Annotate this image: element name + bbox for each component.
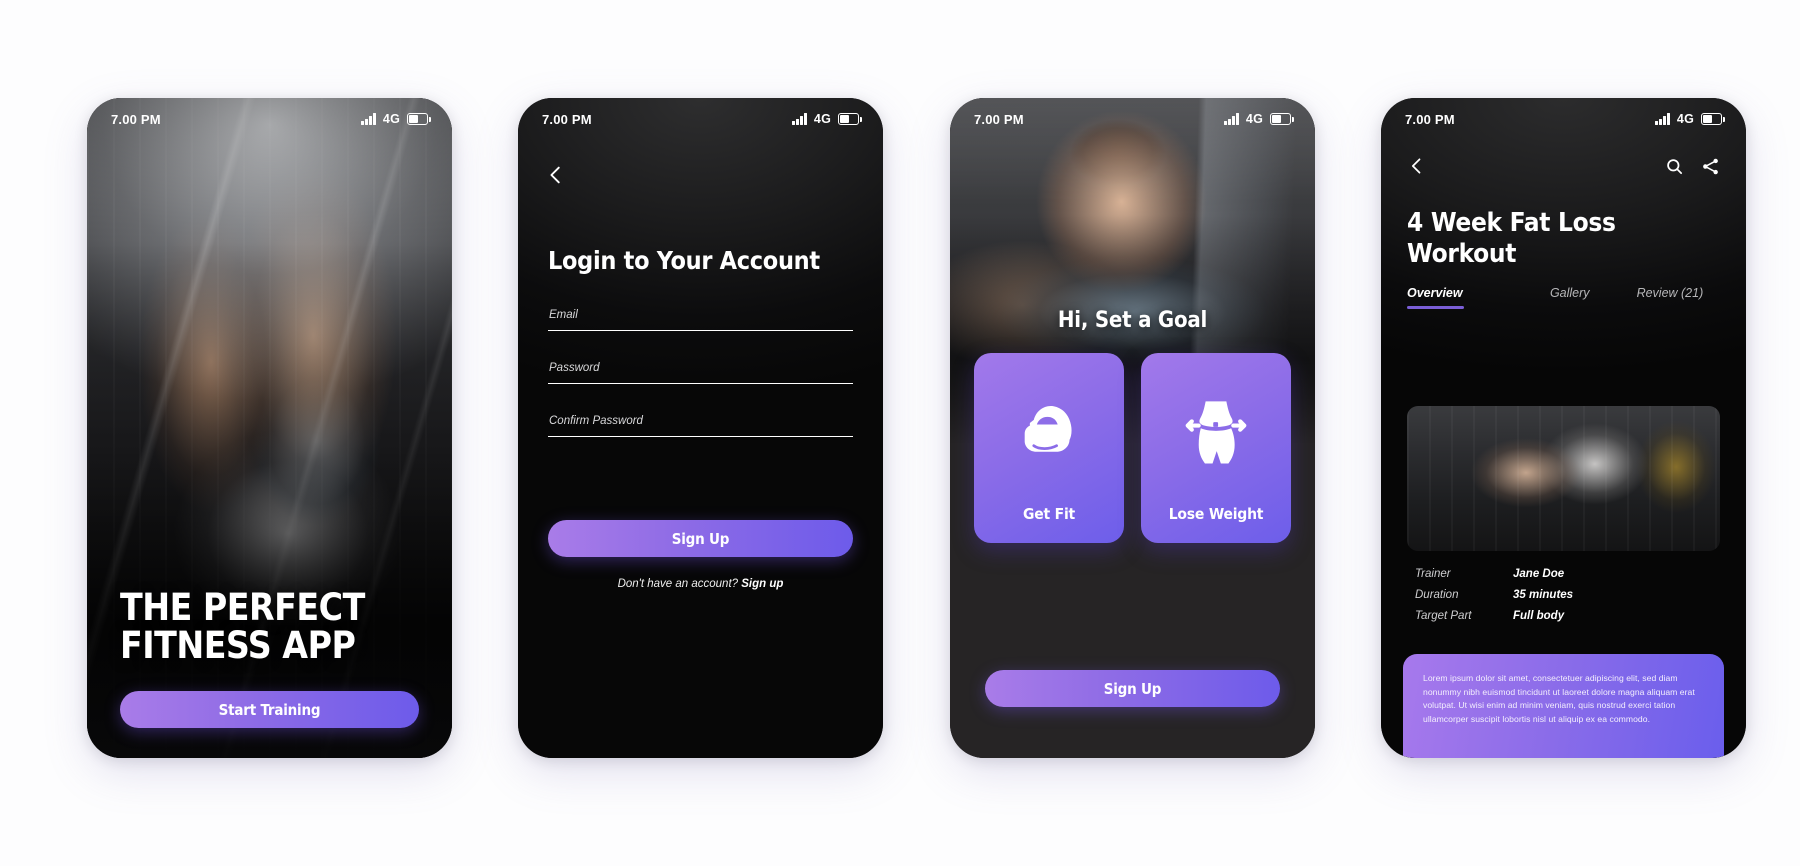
gym-lunge-photo	[1407, 406, 1720, 551]
header-actions	[1665, 157, 1720, 176]
info-key: Target Part	[1415, 610, 1472, 622]
status-time: 7.00 PM	[1405, 111, 1455, 127]
signal-icon	[792, 113, 807, 125]
tab-review[interactable]: Review (21)	[1620, 286, 1720, 309]
status-indicators: 4G	[1224, 112, 1294, 126]
info-value: 35 minutes	[1513, 589, 1574, 601]
confirm-password-field[interactable]	[548, 415, 853, 437]
battery-icon	[407, 113, 431, 125]
greeting-title: Hi, Set a Goal	[1057, 308, 1208, 333]
status-indicators: 4G	[1655, 112, 1725, 126]
signal-icon	[361, 113, 376, 125]
chevron-left-icon	[550, 166, 560, 184]
set-goal-screen: 7.00 PM 4G Hi, Set a Goal Get Fit Lose W…	[950, 98, 1315, 758]
info-value: Full body	[1513, 610, 1565, 622]
bicep-flex-icon	[974, 353, 1124, 505]
login-form: Login to Your Account	[518, 246, 883, 464]
back-button[interactable]	[1407, 156, 1427, 176]
workout-header: 4 Week Fat Loss Workout Overview Gallery…	[1407, 156, 1720, 309]
status-indicators: 4G	[792, 112, 862, 126]
workout-detail-screen: 7.00 PM 4G 4 Week Fat Loss Workout Overv…	[1381, 98, 1746, 758]
signup-cta-wrap: Sign Up	[985, 670, 1280, 707]
email-field-wrap	[548, 305, 853, 331]
info-value: Jane Doe	[1513, 568, 1565, 580]
signup-footer: Don't have an account? Sign up	[518, 578, 883, 590]
tab-overview[interactable]: Overview	[1407, 286, 1520, 309]
battery-icon	[1270, 113, 1294, 125]
status-bar: 7.00 PM 4G	[1381, 98, 1746, 140]
password-field-wrap	[548, 358, 853, 384]
sign-up-link[interactable]: Sign up	[741, 578, 783, 590]
network-label: 4G	[813, 112, 831, 126]
email-field[interactable]	[548, 309, 853, 331]
network-label: 4G	[1245, 112, 1263, 126]
sign-up-button[interactable]: Sign Up	[985, 670, 1280, 707]
signup-cta-wrap: Sign Up	[548, 520, 853, 557]
workout-description-card: Lorem ipsum dolor sit amet, consectetuer…	[1403, 654, 1724, 758]
page-title: Login to Your Account	[548, 246, 820, 275]
network-label: 4G	[1676, 112, 1694, 126]
back-button[interactable]	[545, 164, 567, 186]
tab-gallery[interactable]: Gallery	[1520, 286, 1620, 309]
status-time: 7.00 PM	[974, 111, 1024, 127]
start-training-button[interactable]: Start Training	[120, 691, 419, 728]
description-text: Lorem ipsum dolor sit amet, consectetuer…	[1423, 673, 1695, 724]
page-title: 4 Week Fat Loss Workout	[1407, 208, 1616, 269]
phone-frame-workout: 7.00 PM 4G 4 Week Fat Loss Workout Overv…	[1381, 98, 1746, 758]
onboarding-content: THE PERFECT FITNESS APP Start Training	[87, 589, 452, 758]
onboarding-screen: 7.00 PM 4G THE PERFECT FITNESS APP Start…	[87, 98, 452, 758]
login-screen: 7.00 PM 4G Login to Your Account Email S…	[518, 98, 883, 758]
phone-frame-onboarding: 7.00 PM 4G THE PERFECT FITNESS APP Start…	[87, 98, 452, 758]
chevron-left-icon	[1411, 158, 1421, 174]
info-row-trainer: Trainer Jane Doe	[1415, 568, 1712, 580]
signal-icon	[1224, 113, 1239, 125]
share-icon[interactable]	[1701, 157, 1720, 176]
waist-measure-icon	[1141, 353, 1291, 505]
header-icon-row	[1407, 156, 1720, 176]
signal-icon	[1655, 113, 1670, 125]
network-label: 4G	[382, 112, 400, 126]
status-time: 7.00 PM	[542, 111, 592, 127]
status-bar: 7.00 PM 4G	[518, 98, 883, 140]
mockup-stage: 7.00 PM 4G THE PERFECT FITNESS APP Start…	[0, 0, 1800, 866]
info-key: Trainer	[1415, 568, 1451, 580]
goal-card-list: Get Fit Lose Weight	[974, 353, 1291, 543]
phone-frame-login: 7.00 PM 4G Login to Your Account Email S…	[518, 98, 883, 758]
signup-prompt-text: Don't have an account?	[617, 578, 739, 590]
search-icon[interactable]	[1665, 157, 1684, 176]
info-key: Duration	[1415, 589, 1459, 601]
goal-label: Lose Weight	[1168, 505, 1264, 523]
status-bar: 7.00 PM 4G	[950, 98, 1315, 140]
workout-preview-photo[interactable]	[1407, 406, 1720, 551]
goal-label: Get Fit	[1023, 505, 1075, 523]
password-field[interactable]	[548, 362, 853, 384]
phone-frame-goal: 7.00 PM 4G Hi, Set a Goal Get Fit Lose W…	[950, 98, 1315, 758]
confirm-password-field-wrap	[548, 411, 853, 437]
goal-card-get-fit[interactable]: Get Fit	[974, 353, 1124, 543]
status-bar: 7.00 PM 4G	[87, 98, 452, 140]
page-title: THE PERFECT FITNESS APP	[120, 586, 365, 667]
info-row-target-part: Target Part Full body	[1415, 610, 1712, 622]
info-row-duration: Duration 35 minutes	[1415, 589, 1712, 601]
workout-info-list: Trainer Jane Doe Duration 35 minutes Tar…	[1415, 568, 1712, 631]
tab-bar: Overview Gallery Review (21)	[1407, 286, 1720, 309]
battery-icon	[1701, 113, 1725, 125]
status-time: 7.00 PM	[111, 111, 161, 127]
goal-card-lose-weight[interactable]: Lose Weight	[1141, 353, 1291, 543]
battery-icon	[838, 113, 862, 125]
status-indicators: 4G	[361, 112, 431, 126]
sign-up-button[interactable]: Sign Up	[548, 520, 853, 557]
